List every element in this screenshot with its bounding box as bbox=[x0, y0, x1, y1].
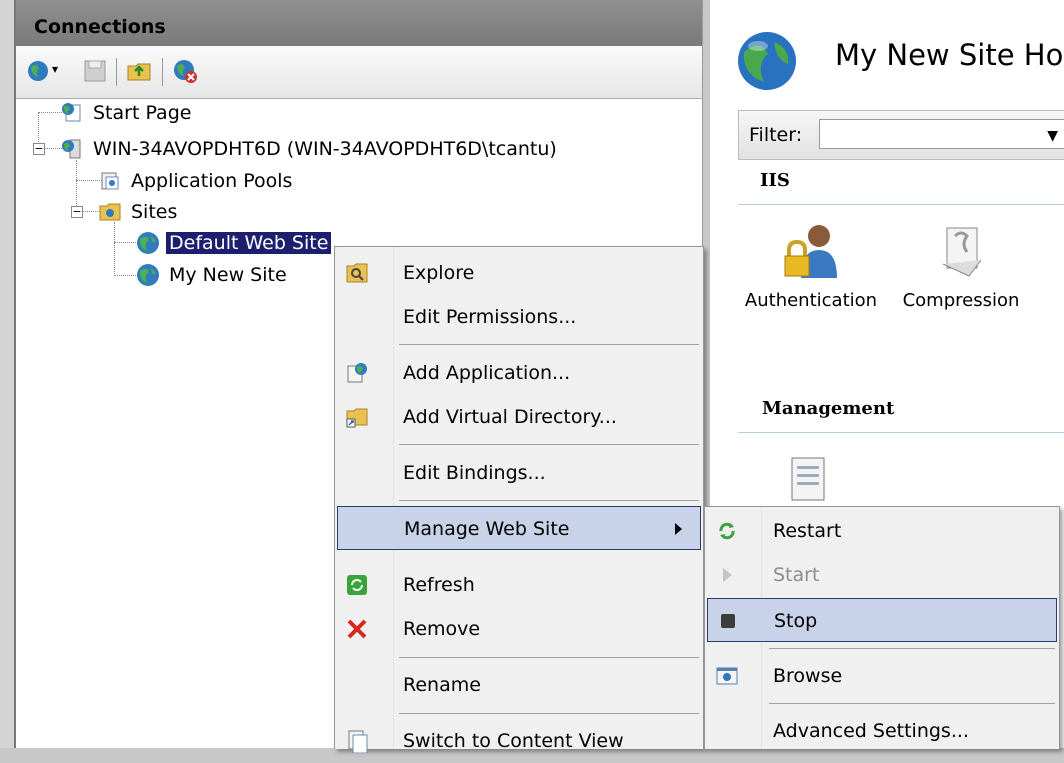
toolbar-separator bbox=[162, 58, 163, 86]
connect-icon[interactable] bbox=[26, 58, 52, 84]
compression-icon bbox=[942, 227, 982, 277]
filter-input[interactable]: ▼ bbox=[819, 119, 1064, 149]
start-page-icon bbox=[62, 103, 81, 122]
menu-item-edit-bindings[interactable]: Edit Bindings... bbox=[337, 451, 701, 495]
group-header-iis: IIS bbox=[760, 170, 790, 191]
menu-item-restart[interactable]: Restart bbox=[707, 509, 1057, 553]
toolbar-separator bbox=[116, 58, 117, 86]
menu-separator bbox=[769, 703, 1055, 704]
refresh-icon bbox=[347, 575, 367, 595]
tree-item-application-pools[interactable]: Application Pools bbox=[98, 168, 295, 194]
menu-item-start[interactable]: Start bbox=[707, 553, 1057, 597]
feature-authentication[interactable]: Authentication bbox=[740, 220, 882, 311]
tree-item-sites[interactable]: Sites bbox=[98, 199, 180, 225]
save-icon[interactable] bbox=[82, 58, 108, 84]
sites-collapse-toggle[interactable]: − bbox=[71, 206, 83, 218]
stop-icon bbox=[721, 614, 735, 628]
connections-title: Connections bbox=[16, 0, 702, 46]
browse-icon bbox=[716, 667, 738, 685]
start-icon bbox=[723, 568, 732, 582]
tree-item-server[interactable]: WIN-34AVOPDHT6D (WIN-34AVOPDHT6D\tcantu) bbox=[60, 136, 560, 162]
globe-icon bbox=[137, 264, 159, 286]
group-header-management: Management bbox=[762, 398, 895, 419]
filter-label: Filter: bbox=[749, 124, 803, 146]
tree-item-label: Sites bbox=[131, 201, 178, 223]
menu-separator bbox=[399, 344, 699, 345]
feature-label: Compression bbox=[902, 290, 1020, 311]
connections-toolbar: ▾ bbox=[16, 46, 702, 99]
submenu-arrow-icon bbox=[675, 523, 682, 535]
tree-item-label: Start Page bbox=[93, 102, 192, 124]
tree-item-start-page[interactable]: Start Page bbox=[60, 100, 194, 126]
menu-separator bbox=[399, 500, 699, 501]
content-view-icon bbox=[348, 730, 368, 753]
menu-separator bbox=[769, 648, 1055, 649]
menu-item-edit-permissions[interactable]: Edit Permissions... bbox=[337, 295, 701, 339]
feature-label: Authentication bbox=[744, 290, 878, 311]
menu-item-switch-content-view[interactable]: Switch to Content View bbox=[337, 719, 701, 763]
server-collapse-toggle[interactable]: − bbox=[33, 143, 45, 155]
configuration-editor-icon[interactable] bbox=[788, 454, 828, 504]
add-application-icon bbox=[347, 363, 367, 383]
explore-icon bbox=[346, 263, 368, 283]
menu-item-advanced-settings[interactable]: Advanced Settings... bbox=[707, 709, 1057, 753]
sites-folder-icon bbox=[99, 203, 121, 221]
feature-compression[interactable]: Compression bbox=[896, 220, 1026, 311]
disconnect-icon[interactable] bbox=[172, 58, 198, 84]
filter-dropdown-arrow-icon[interactable]: ▼ bbox=[1047, 128, 1058, 144]
menu-item-browse[interactable]: Browse bbox=[707, 654, 1057, 698]
add-virtual-directory-icon bbox=[346, 408, 368, 428]
menu-item-stop[interactable]: Stop bbox=[707, 598, 1057, 642]
menu-separator bbox=[399, 713, 699, 714]
site-globe-icon bbox=[738, 32, 796, 90]
menu-item-add-application[interactable]: Add Application... bbox=[337, 351, 701, 395]
application-pools-icon bbox=[101, 172, 119, 190]
manage-web-site-submenu: Restart Start Stop Browse Advanced Setti… bbox=[704, 506, 1060, 749]
tree-item-label: Application Pools bbox=[131, 170, 293, 192]
tree-item-default-web-site[interactable]: Default Web Site bbox=[136, 230, 332, 256]
menu-item-add-virtual-directory[interactable]: Add Virtual Directory... bbox=[337, 395, 701, 439]
menu-separator bbox=[399, 444, 699, 445]
tree-item-label: My New Site bbox=[169, 264, 287, 286]
menu-separator bbox=[399, 657, 699, 658]
server-icon bbox=[62, 139, 81, 159]
tree-item-my-new-site[interactable]: My New Site bbox=[136, 262, 290, 288]
menu-item-remove[interactable]: Remove bbox=[337, 607, 701, 651]
dropdown-arrow-icon[interactable]: ▾ bbox=[52, 62, 78, 88]
tree-item-label: WIN-34AVOPDHT6D (WIN-34AVOPDHT6D\tcantu) bbox=[93, 138, 557, 160]
globe-icon bbox=[137, 232, 159, 254]
menu-item-refresh[interactable]: Refresh bbox=[337, 563, 701, 607]
page-title: My New Site Ho bbox=[835, 38, 1064, 72]
filter-bar: Filter: ▼ bbox=[738, 110, 1064, 160]
context-menu: Explore Edit Permissions... Add Applicat… bbox=[334, 246, 704, 753]
remove-icon bbox=[347, 619, 367, 639]
restart-icon bbox=[719, 522, 735, 540]
up-folder-icon[interactable] bbox=[126, 58, 152, 84]
tree-item-label: Default Web Site bbox=[166, 232, 332, 254]
menu-item-rename[interactable]: Rename bbox=[337, 663, 701, 707]
authentication-icon bbox=[784, 225, 837, 278]
menu-item-manage-web-site[interactable]: Manage Web Site bbox=[337, 506, 701, 550]
pane-edge bbox=[0, 0, 16, 748]
group-divider bbox=[738, 204, 1064, 205]
menu-item-explore[interactable]: Explore bbox=[337, 251, 701, 295]
group-divider bbox=[738, 432, 1064, 433]
